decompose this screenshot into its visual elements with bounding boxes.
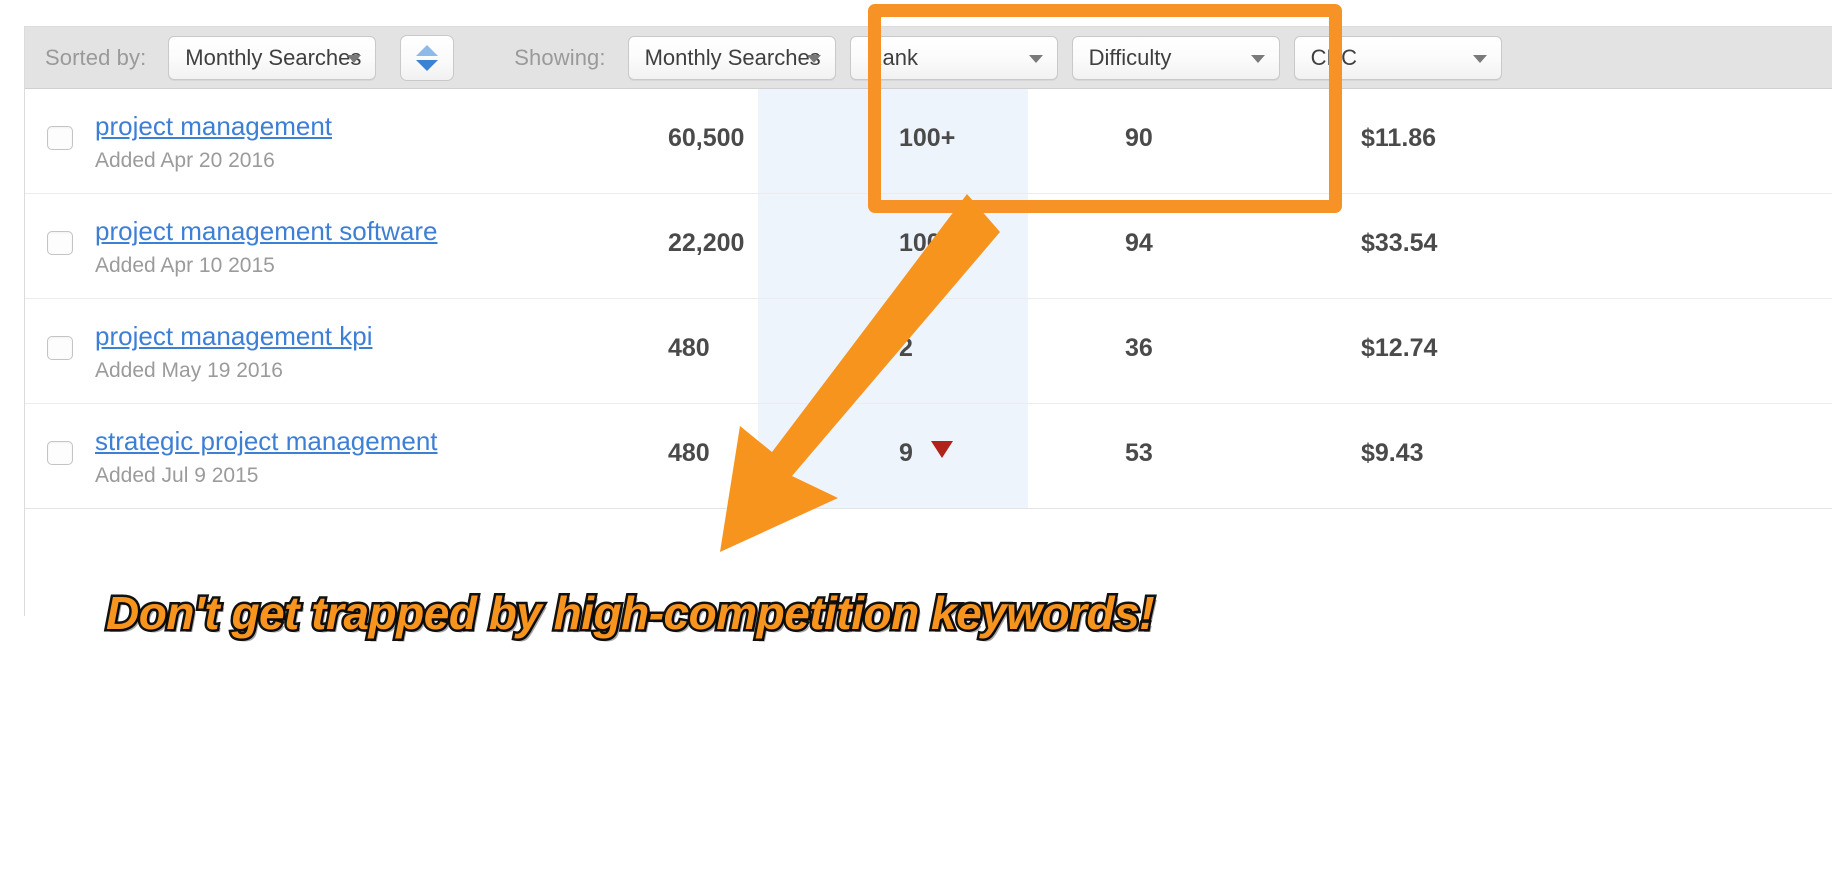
chevron-down-icon bbox=[347, 54, 362, 63]
showing-label: Showing: bbox=[514, 44, 606, 70]
showing-select[interactable]: Monthly Searches bbox=[627, 35, 836, 80]
difficulty-column-value: Difficulty bbox=[1088, 44, 1172, 70]
arrow-up-icon bbox=[416, 44, 439, 56]
rank-number: 2 bbox=[899, 334, 913, 362]
rank-number: 100+ bbox=[899, 124, 956, 152]
chevron-down-icon bbox=[1028, 54, 1043, 63]
rank-column-value: Rank bbox=[866, 44, 918, 70]
caption-text: Don't get trapped by high-competition ke… bbox=[103, 585, 1157, 642]
sorted-by-select[interactable]: Monthly Searches bbox=[168, 35, 377, 80]
rank-column-select[interactable]: Rank bbox=[849, 35, 1058, 80]
keyword-link[interactable]: strategic project management bbox=[95, 424, 438, 458]
keyword-cell: project management kpi Added May 19 2016 bbox=[95, 319, 372, 386]
sort-direction-button[interactable] bbox=[400, 34, 455, 81]
cpc-value: $12.74 bbox=[1361, 334, 1438, 362]
row-checkbox[interactable] bbox=[47, 126, 73, 150]
difficulty-value: 94 bbox=[1125, 229, 1153, 257]
keyword-table-panel: Sorted by: Monthly Searches Showing: Mon… bbox=[24, 26, 1832, 616]
sorted-by-label: Sorted by: bbox=[45, 44, 147, 70]
chevron-down-icon bbox=[806, 54, 821, 63]
row-checkbox[interactable] bbox=[47, 441, 73, 465]
cpc-column-select[interactable]: CPC bbox=[1293, 35, 1502, 80]
table-row[interactable]: project management Added Apr 20 2016 60,… bbox=[25, 89, 1832, 194]
showing-value: Monthly Searches bbox=[644, 44, 821, 70]
chevron-down-icon bbox=[1472, 54, 1487, 63]
cpc-value: $11.86 bbox=[1361, 124, 1437, 152]
table-toolbar: Sorted by: Monthly Searches Showing: Mon… bbox=[25, 27, 1832, 89]
rank-value: 100+ bbox=[899, 229, 955, 258]
table-row[interactable]: project management kpi Added May 19 2016… bbox=[25, 299, 1832, 404]
keyword-added-date: Added Jul 9 2015 bbox=[95, 464, 259, 487]
monthly-searches-value: 480 bbox=[668, 334, 710, 362]
monthly-searches-column-highlight bbox=[758, 194, 1028, 298]
row-checkbox[interactable] bbox=[47, 336, 73, 360]
difficulty-value: 36 bbox=[1125, 334, 1153, 362]
screenshot-root: Sorted by: Monthly Searches Showing: Mon… bbox=[0, 0, 1832, 880]
monthly-searches-value: 60,500 bbox=[668, 124, 745, 152]
sorted-by-value: Monthly Searches bbox=[185, 44, 362, 70]
keyword-link[interactable]: project management bbox=[95, 109, 332, 143]
keyword-added-date: Added Apr 20 2016 bbox=[95, 149, 275, 172]
table-row[interactable]: project management software Added Apr 10… bbox=[25, 194, 1832, 299]
monthly-searches-value: 480 bbox=[668, 439, 710, 467]
difficulty-value: 90 bbox=[1125, 124, 1153, 152]
keyword-cell: project management Added Apr 20 2016 bbox=[95, 109, 332, 176]
rank-down-trend-icon bbox=[930, 441, 953, 458]
difficulty-column-select[interactable]: Difficulty bbox=[1071, 35, 1280, 80]
rank-value: 100+ bbox=[899, 124, 955, 153]
keyword-link[interactable]: project management software bbox=[95, 214, 438, 248]
rank-number: 100+ bbox=[899, 229, 956, 257]
rank-value: 9 bbox=[899, 439, 953, 468]
rank-number: 9 bbox=[899, 439, 913, 467]
arrow-down-icon bbox=[416, 59, 439, 71]
row-checkbox[interactable] bbox=[47, 231, 73, 255]
chevron-down-icon bbox=[1250, 54, 1265, 63]
difficulty-value: 53 bbox=[1125, 439, 1153, 467]
rank-value: 2 bbox=[899, 334, 913, 363]
keyword-link[interactable]: project management kpi bbox=[95, 319, 372, 353]
monthly-searches-column-highlight bbox=[758, 404, 1028, 508]
monthly-searches-column-highlight bbox=[758, 299, 1028, 403]
keyword-added-date: Added Apr 10 2015 bbox=[95, 254, 275, 277]
cpc-column-value: CPC bbox=[1310, 44, 1358, 70]
monthly-searches-value: 22,200 bbox=[668, 229, 745, 257]
keyword-added-date: Added May 19 2016 bbox=[95, 359, 283, 382]
table-row[interactable]: strategic project management Added Jul 9… bbox=[25, 404, 1832, 509]
keyword-cell: strategic project management Added Jul 9… bbox=[95, 424, 438, 491]
cpc-value: $9.43 bbox=[1361, 439, 1424, 467]
cpc-value: $33.54 bbox=[1361, 229, 1438, 257]
monthly-searches-column-highlight bbox=[758, 89, 1028, 193]
keyword-cell: project management software Added Apr 10… bbox=[95, 214, 438, 281]
